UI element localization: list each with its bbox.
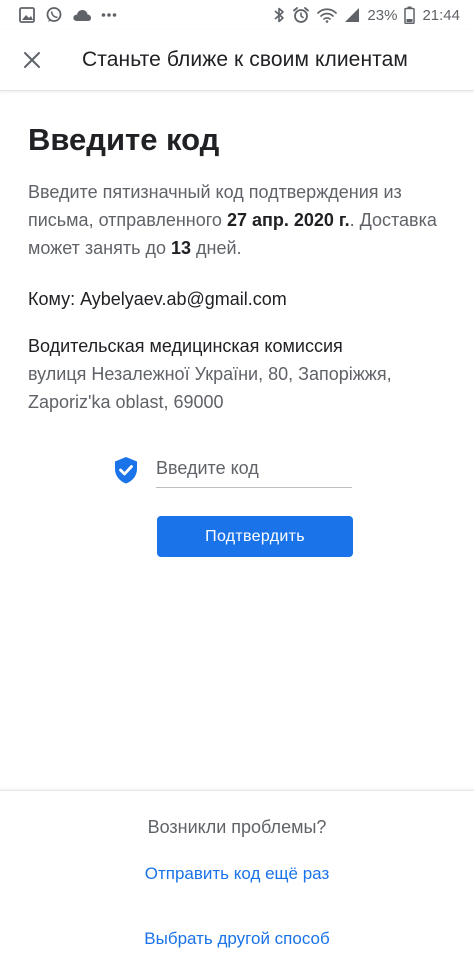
clock: 21:44 xyxy=(422,6,460,24)
business-name: Водительская медицинская комиссия xyxy=(28,336,343,356)
shield-check-icon xyxy=(115,457,137,484)
gallery-icon xyxy=(19,7,35,23)
verification-content: Введите код Введите пятизначный код подт… xyxy=(28,118,448,416)
recipient-email: Кому: Aybelyaev.ab@gmail.com xyxy=(28,289,287,309)
app-bar: Станьте ближе к своим клиентам xyxy=(0,30,474,91)
code-entry-row xyxy=(108,450,358,490)
status-notifications xyxy=(18,6,117,24)
delivery-days: 13 xyxy=(170,238,192,258)
page-title: Введите код xyxy=(28,122,220,157)
wifi-icon xyxy=(317,8,338,23)
battery-icon xyxy=(404,6,416,24)
verification-code-input[interactable] xyxy=(156,450,352,488)
business-address-line1: вулиця Незалежної України, 80, Запоріжжя… xyxy=(28,364,392,384)
verification-info: Введите пятизначный код подтверждения из… xyxy=(28,178,448,262)
status-system: 23% 21:44 xyxy=(273,6,460,24)
status-bar: 23% 21:44 xyxy=(0,0,474,30)
resend-code-link[interactable]: Отправить код ещё раз xyxy=(0,864,474,884)
close-button[interactable] xyxy=(0,30,64,91)
cloud-icon xyxy=(73,10,91,21)
bluetooth-icon xyxy=(274,7,285,23)
app-bar-title: Станьте ближе к своим клиентам xyxy=(82,48,408,71)
business-address-line2: Zaporiz'ka oblast, 69000 xyxy=(28,392,224,412)
help-footer: Возникли проблемы? Отправить код ещё раз… xyxy=(0,790,474,974)
confirm-button[interactable]: Подтвердить xyxy=(157,516,353,557)
signal-icon xyxy=(345,8,360,22)
battery-percent: 23% xyxy=(367,6,398,24)
info-text-end: дней. xyxy=(191,238,242,258)
close-icon xyxy=(24,52,40,68)
help-question: Возникли проблемы? xyxy=(147,817,327,837)
more-notifications-icon xyxy=(101,13,117,17)
choose-other-method-link[interactable]: Выбрать другой способ xyxy=(0,929,474,949)
whatsapp-icon xyxy=(46,7,62,22)
alarm-icon xyxy=(293,7,310,23)
sent-date: 27 апр. 2020 г. xyxy=(226,210,350,230)
